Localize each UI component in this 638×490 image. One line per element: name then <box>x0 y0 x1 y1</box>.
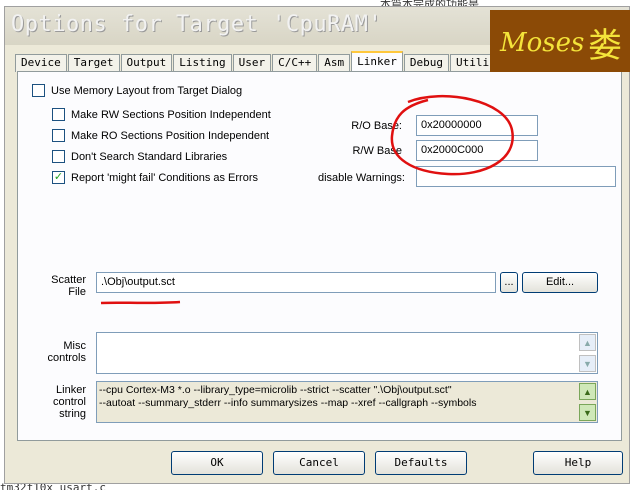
misc-scrollbar[interactable]: ▲ ▼ <box>579 333 597 373</box>
logo-glyph: 娄 <box>588 27 622 65</box>
linker-control-scrollbar[interactable]: ▲ ▼ <box>579 382 597 422</box>
linker-control-textarea[interactable]: --cpu Cortex-M3 *.o --library_type=micro… <box>96 381 598 423</box>
tab-c-cpp[interactable]: C/C++ <box>272 54 318 72</box>
moses-logo: Moses 娄 <box>490 10 630 72</box>
scroll-down-icon[interactable]: ▼ <box>579 404 596 421</box>
tab-listing[interactable]: Listing <box>173 54 232 72</box>
linker-panel: Use Memory Layout from Target Dialog Mak… <box>17 71 622 441</box>
scatter-browse-button[interactable]: ... <box>500 272 518 293</box>
tab-output[interactable]: Output <box>120 54 173 72</box>
scroll-up-icon[interactable]: ▲ <box>579 383 596 400</box>
red-circle-annotation <box>390 95 514 176</box>
help-button[interactable]: Help <box>533 451 623 475</box>
cancel-button[interactable]: Cancel <box>273 451 365 475</box>
tab-device[interactable]: Device <box>15 54 67 72</box>
make-rw-pi-checkbox[interactable] <box>52 108 65 121</box>
tab-asm[interactable]: Asm <box>318 54 351 72</box>
window-title: Options for Target 'CpuRAM' <box>11 12 383 37</box>
scroll-down-icon[interactable]: ▼ <box>579 355 596 372</box>
linker-control-label-line3: string <box>59 408 86 420</box>
scatter-edit-button[interactable]: Edit... <box>522 272 598 293</box>
report-might-fail-label: Report 'might fail' Conditions as Errors <box>71 171 258 184</box>
scatter-file-label-line1: Scatter <box>51 274 86 286</box>
misc-controls-textarea[interactable]: ▲ ▼ <box>96 332 598 374</box>
ok-button[interactable]: OK <box>171 451 263 475</box>
make-ro-pi-checkbox[interactable] <box>52 129 65 142</box>
tab-target[interactable]: Target <box>67 54 120 72</box>
use-memory-layout-checkbox[interactable] <box>32 84 45 97</box>
tab-linker[interactable]: Linker <box>351 51 403 72</box>
scroll-up-icon[interactable]: ▲ <box>579 334 596 351</box>
linker-control-line1: --cpu Cortex-M3 *.o --library_type=micro… <box>99 384 452 396</box>
tab-debug[interactable]: Debug <box>403 54 449 72</box>
use-memory-layout-option[interactable]: Use Memory Layout from Target Dialog <box>32 84 242 97</box>
defaults-button[interactable]: Defaults <box>375 451 467 475</box>
scatter-file-input[interactable]: .\Obj\output.sct <box>96 272 496 293</box>
report-might-fail-option[interactable]: ✓ Report 'might fail' Conditions as Erro… <box>52 171 258 184</box>
misc-controls-label-line2: controls <box>47 352 86 364</box>
linker-control-label-line1: Linker <box>56 384 86 396</box>
report-might-fail-checkbox[interactable]: ✓ <box>52 171 65 184</box>
make-rw-pi-label: Make RW Sections Position Independent <box>71 108 271 121</box>
logo-text: Moses <box>500 28 585 58</box>
tab-user[interactable]: User <box>232 54 272 72</box>
dont-search-libs-checkbox[interactable] <box>52 150 65 163</box>
linker-control-line2: --autoat --summary_stderr --info summary… <box>99 397 477 409</box>
make-rw-pi-option[interactable]: Make RW Sections Position Independent <box>52 108 271 121</box>
linker-control-label-line2: control <box>52 396 86 408</box>
tab-utilities[interactable]: Utili <box>449 54 496 72</box>
make-ro-pi-label: Make RO Sections Position Independent <box>71 129 270 142</box>
red-underline-annotation <box>100 300 181 305</box>
use-memory-layout-label: Use Memory Layout from Target Dialog <box>51 84 243 97</box>
dont-search-libs-option[interactable]: Don't Search Standard Libraries <box>52 150 227 163</box>
tab-strip: Device Target Output Listing User C/C++ … <box>15 50 496 72</box>
dont-search-libs-label: Don't Search Standard Libraries <box>71 150 228 163</box>
misc-controls-label-line1: Misc <box>63 340 86 352</box>
options-dialog: Options for Target 'CpuRAM' Device Targe… <box>4 6 630 484</box>
make-ro-pi-option[interactable]: Make RO Sections Position Independent <box>52 129 269 142</box>
scatter-file-label-line2: File <box>68 286 86 298</box>
